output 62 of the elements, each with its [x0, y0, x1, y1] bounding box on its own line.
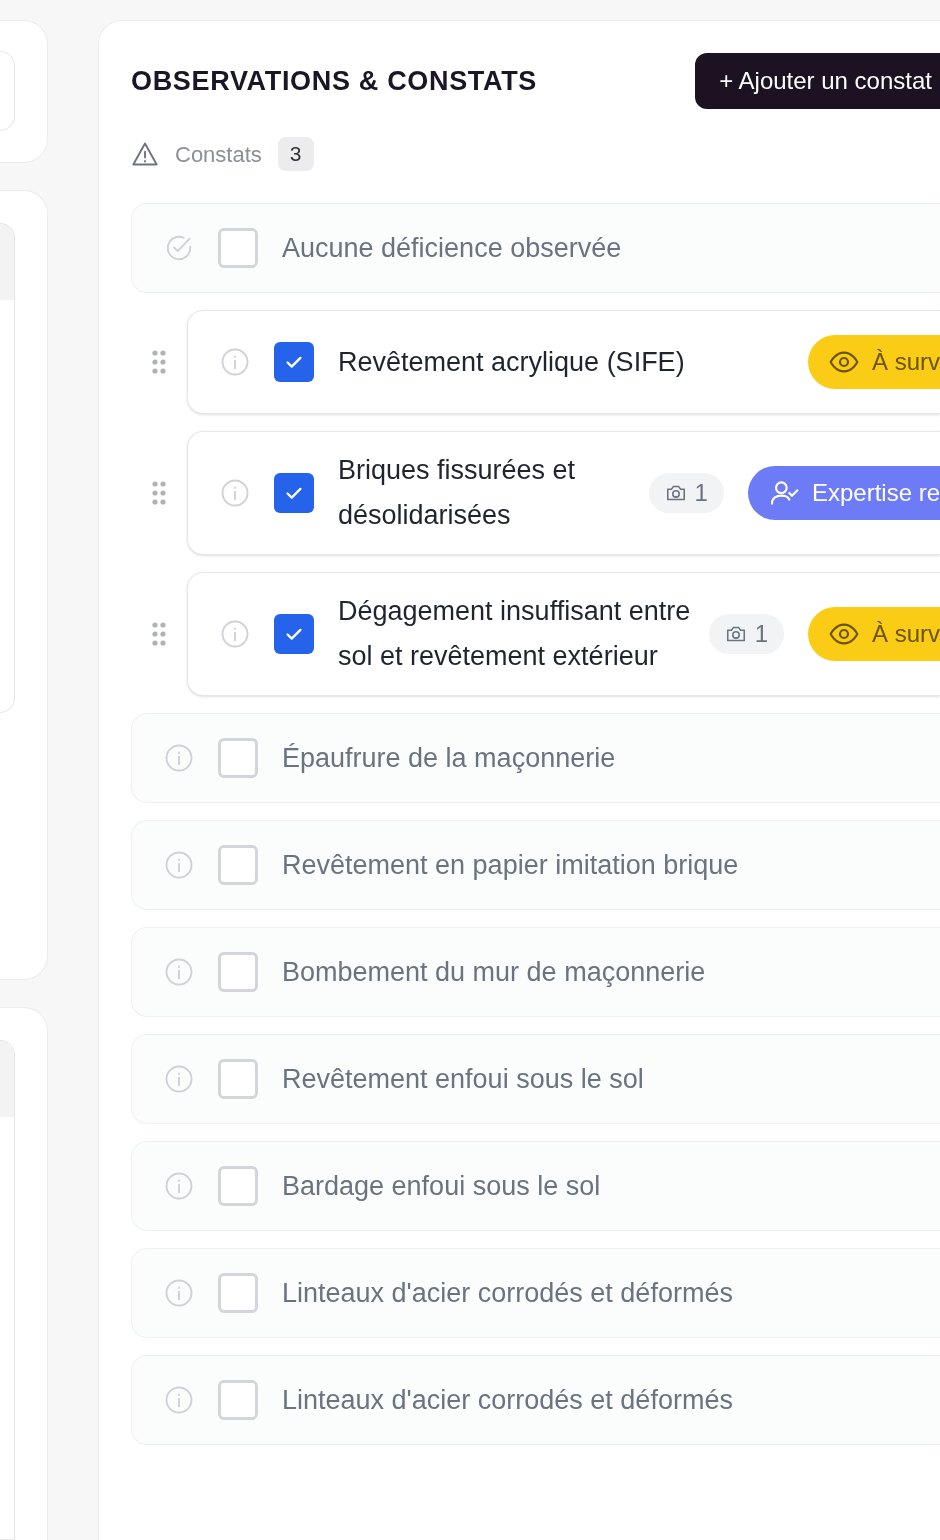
observation-row[interactable]: Briques fissurées et désolidarisées 1 Expertise re [187, 431, 940, 555]
observation-row[interactable]: Bombement du mur de maçonnerie [131, 927, 940, 1017]
info-icon[interactable] [164, 1278, 194, 1308]
info-icon[interactable] [164, 850, 194, 880]
observation-label: Bardage enfoui sous le sol [282, 1169, 601, 1203]
drag-handle-icon[interactable] [152, 481, 166, 505]
observation-label: Linteaux d'acier corrodés et déformés [282, 1383, 733, 1417]
photo-count-number: 1 [754, 619, 768, 649]
checkbox[interactable] [218, 228, 258, 268]
observation-label: Épaufrure de la maçonnerie [282, 741, 616, 775]
add-observation-button[interactable]: + Ajouter un constat [695, 53, 940, 109]
status-label: Expertise re [811, 478, 940, 508]
drag-handle-icon[interactable] [152, 350, 166, 374]
status-label: À surv [872, 619, 940, 649]
info-icon[interactable] [164, 957, 194, 987]
observation-row[interactable]: Aucune déficience observée [131, 203, 940, 293]
checkbox[interactable] [218, 1273, 258, 1313]
observation-label: Bombement du mur de maçonnerie [282, 955, 706, 989]
info-icon[interactable] [220, 478, 250, 508]
photo-count[interactable]: 1 [648, 473, 724, 513]
observation-row[interactable]: Dégagement insuffisant entre sol et revêtement extérieur 1 À surv [187, 572, 940, 696]
drag-handle-icon[interactable] [152, 622, 166, 646]
checkbox[interactable] [274, 342, 314, 382]
observation-row[interactable]: Revêtement acrylique (SIFE) À surv [187, 310, 940, 414]
status-label: À surv [872, 347, 940, 377]
check-circle-icon [164, 233, 194, 263]
checkbox[interactable] [218, 738, 258, 778]
observation-label: Dégagement insuffisant entre sol et revêtement extérieur [338, 595, 692, 673]
photo-count-number: 1 [694, 478, 708, 508]
observation-label: Aucune déficience observée [282, 231, 622, 265]
checkbox[interactable] [218, 845, 258, 885]
observation-label: Briques fissurées et désolidarisées [338, 454, 577, 532]
checkbox[interactable] [218, 1059, 258, 1099]
checkbox[interactable] [218, 1380, 258, 1420]
observation-row[interactable]: Linteaux d'acier corrodés et déformés [131, 1248, 940, 1338]
checkbox[interactable] [274, 614, 314, 654]
checkbox[interactable] [218, 952, 258, 992]
warning-icon [131, 140, 159, 168]
counter-badge: 3 [277, 137, 314, 171]
checkbox[interactable] [274, 473, 314, 513]
info-icon[interactable] [164, 1064, 194, 1094]
status-pill[interactable]: Expertise re [747, 466, 940, 520]
observation-row[interactable]: Bardage enfoui sous le sol [131, 1141, 940, 1231]
observation-label: Revêtement acrylique (SIFE) [338, 345, 685, 379]
info-icon[interactable] [164, 743, 194, 773]
info-icon[interactable] [220, 347, 250, 377]
info-icon[interactable] [220, 619, 250, 649]
status-pill[interactable]: À surv [808, 335, 940, 389]
counter-label: Constats [175, 140, 262, 169]
observation-label: Revêtement en papier imitation brique [282, 848, 739, 882]
info-icon[interactable] [164, 1385, 194, 1415]
photo-count[interactable]: 1 [708, 614, 784, 654]
section-title: OBSERVATIONS & CONSTATS [131, 64, 538, 98]
observation-row[interactable]: Épaufrure de la maçonnerie [131, 713, 940, 803]
status-pill[interactable]: À surv [808, 607, 940, 661]
observation-row[interactable]: Linteaux d'acier corrodés et déformés [131, 1355, 940, 1445]
observation-row[interactable]: Revêtement enfoui sous le sol [131, 1034, 940, 1124]
checkbox[interactable] [218, 1166, 258, 1206]
observation-label: Linteaux d'acier corrodés et déformés [282, 1276, 733, 1310]
observation-row[interactable]: Revêtement en papier imitation brique [131, 820, 940, 910]
observation-label: Revêtement enfoui sous le sol [282, 1062, 644, 1096]
info-icon[interactable] [164, 1171, 194, 1201]
